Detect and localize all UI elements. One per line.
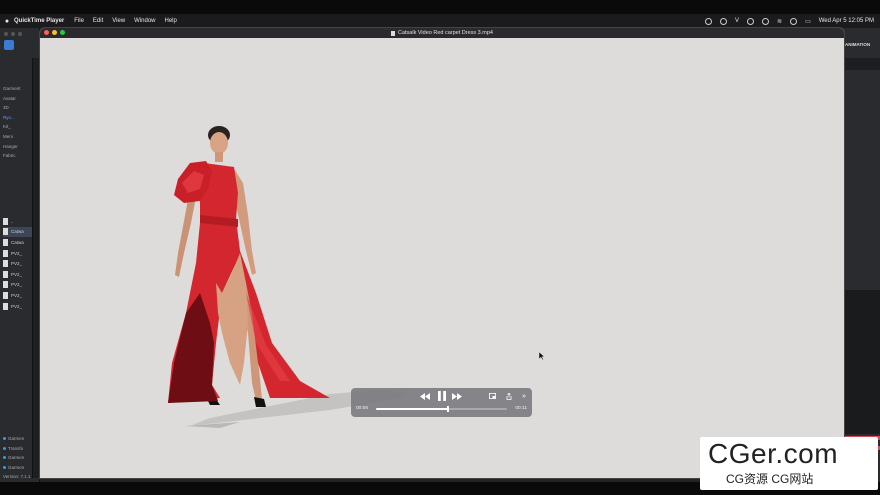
rewind-button[interactable] — [419, 391, 431, 401]
scrubber-playhead[interactable] — [447, 405, 449, 412]
tree-item[interactable]: Kit_ — [3, 122, 21, 132]
zoom-button[interactable] — [60, 30, 65, 35]
list-item[interactable]: Garmen — [3, 434, 31, 444]
menu-window[interactable]: Window — [134, 18, 155, 24]
watermark: CGer.com CG资源 CG网站 — [700, 437, 878, 490]
file-icon — [3, 217, 8, 225]
tree-item[interactable]: Garment — [3, 84, 21, 94]
search-icon[interactable] — [790, 17, 798, 25]
version-label: Version: 7.1.1 — [3, 474, 31, 479]
file-icon — [3, 238, 8, 246]
file-icon — [3, 291, 8, 299]
list-item[interactable]: PV2_ — [3, 248, 35, 259]
animation-label[interactable]: ANIMATION — [845, 42, 870, 47]
wifi-icon[interactable]: ≋ — [777, 18, 782, 25]
tree-item[interactable]: 3D — [3, 103, 21, 113]
pause-icon — [438, 391, 446, 401]
quicktime-window: Catsalk Video Red carpet Dress 3.mp4 » 0… — [40, 28, 844, 478]
menu-help[interactable]: Help — [165, 18, 177, 24]
tree-item[interactable]: Hanger — [3, 142, 21, 152]
apple-menu-icon[interactable]: ● — [0, 18, 14, 25]
menu-file[interactable]: File — [74, 18, 84, 24]
status-area: V ≋ ▭ Wed Apr 5 12:05 PM — [705, 14, 874, 28]
list-item[interactable]: PV2_ — [3, 301, 35, 312]
mouse-cursor-icon — [539, 352, 545, 360]
tree-item[interactable]: Fabric — [3, 151, 21, 161]
more-icon[interactable]: » — [520, 391, 528, 401]
pause-button[interactable] — [436, 391, 448, 401]
list-item[interactable]: PV2_ — [3, 290, 35, 301]
list-item[interactable]: Catwa — [3, 237, 35, 248]
file-list: .. Catwa Catwa PV2_ PV2_ PV2_ PV2_ PV2_ … — [3, 216, 35, 311]
pip-icon — [488, 393, 496, 399]
right-toolbar — [843, 58, 880, 70]
current-time: 00:06 — [356, 406, 369, 411]
window-dots — [4, 32, 22, 36]
list-item[interactable]: PV2_ — [3, 280, 35, 291]
background-right-panel: ANIMATION — [843, 28, 880, 482]
list-item[interactable]: Transfo — [3, 444, 31, 454]
traffic-lights — [44, 30, 65, 35]
model-figure — [168, 126, 330, 407]
list-item[interactable]: PV2_ — [3, 269, 35, 280]
duration: 00:11 — [515, 406, 527, 411]
bottom-list: Garmen Transfo Garmen Garmen Version: 7.… — [3, 434, 31, 482]
document-icon — [391, 30, 395, 36]
timer-icon[interactable] — [762, 17, 770, 25]
window-titlebar[interactable]: Catsalk Video Red carpet Dress 3.mp4 — [40, 28, 844, 38]
menu-view[interactable]: View — [112, 18, 125, 24]
list-item[interactable]: .. — [3, 216, 35, 227]
menu-edit[interactable]: Edit — [93, 18, 103, 24]
file-icon — [3, 228, 8, 236]
minimize-button[interactable] — [52, 30, 57, 35]
list-item[interactable]: Garmen — [3, 463, 31, 473]
playback-controls[interactable]: » 00:06 00:11 — [351, 388, 532, 417]
app-logo-icon — [4, 40, 14, 50]
watermark-main: CGer.com — [708, 438, 839, 469]
list-item[interactable]: Catwa — [3, 226, 35, 238]
watermark-sub: CG资源 CG网站 — [726, 472, 814, 486]
window-title: Catsalk Video Red carpet Dress 3.mp4 — [391, 30, 493, 36]
tree-item[interactable]: Avatar — [3, 94, 21, 104]
file-icon — [3, 260, 8, 268]
window-title-text: Catsalk Video Red carpet Dress 3.mp4 — [398, 30, 493, 36]
menu-bar: ● QuickTime Player File Edit View Window… — [0, 14, 880, 28]
control-center-icon[interactable]: ▭ — [805, 18, 811, 25]
tree-item[interactable]: Ryo... — [3, 113, 21, 123]
file-icon — [3, 249, 8, 257]
rewind-icon — [420, 392, 430, 400]
fast-forward-icon — [452, 392, 462, 400]
vpn-icon[interactable]: V — [735, 18, 739, 24]
scrubber-progress — [376, 408, 449, 410]
letterbox-top — [0, 0, 880, 14]
object-tree: Garment Avatar 3D Ryo... Kit_ Meni Hange… — [3, 84, 21, 161]
timeline-panel — [843, 290, 880, 434]
fast-forward-button[interactable] — [451, 391, 463, 401]
file-icon — [3, 302, 8, 310]
share-button[interactable] — [505, 391, 513, 401]
file-icon — [3, 270, 8, 278]
list-item[interactable]: Garmen — [3, 453, 31, 463]
status-icon[interactable] — [720, 17, 728, 25]
menu-app-name[interactable]: QuickTime Player — [14, 18, 64, 24]
video-frame[interactable]: » 00:06 00:11 — [40, 38, 844, 478]
tree-item[interactable]: Meni — [3, 132, 21, 142]
clock[interactable]: Wed Apr 5 12:05 PM — [819, 18, 874, 24]
record-icon[interactable] — [705, 17, 713, 25]
play-status-icon[interactable] — [747, 17, 755, 25]
scrubber-track[interactable] — [376, 405, 507, 412]
close-button[interactable] — [44, 30, 49, 35]
file-icon — [3, 281, 8, 289]
background-strip — [32, 58, 40, 478]
picture-in-picture-button[interactable] — [488, 391, 496, 401]
list-item[interactable]: PV2_ — [3, 258, 35, 269]
share-icon — [506, 392, 512, 400]
